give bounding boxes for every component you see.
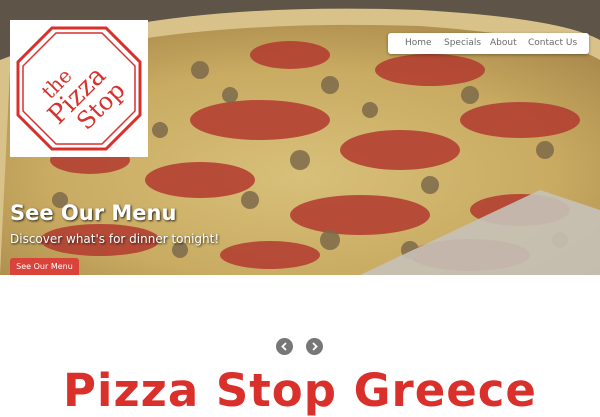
see-our-menu-button[interactable]: See Our Menu [10, 258, 79, 275]
page-headline: Pizza Stop Greece [63, 364, 537, 417]
pizza-stop-logo-icon: the Pizza Stop [16, 26, 142, 151]
slider-next-button[interactable] [306, 338, 323, 355]
main-nav: Home Specials About Contact Us [388, 33, 589, 54]
nav-item-home[interactable]: Home [405, 38, 432, 48]
hero-slider: the Pizza Stop Home Specials About Conta… [0, 0, 600, 275]
hero-subtitle: Discover what's for dinner tonight! [10, 232, 220, 246]
site-logo[interactable]: the Pizza Stop [10, 20, 148, 157]
nav-item-contact-us[interactable]: Contact Us [528, 38, 577, 48]
slider-prev-button[interactable] [276, 338, 293, 355]
nav-item-specials[interactable]: Specials [444, 38, 481, 48]
chevron-right-icon [312, 342, 318, 351]
hero-title: See Our Menu [10, 201, 177, 225]
nav-item-about[interactable]: About [490, 38, 517, 48]
chevron-left-icon [281, 342, 287, 351]
